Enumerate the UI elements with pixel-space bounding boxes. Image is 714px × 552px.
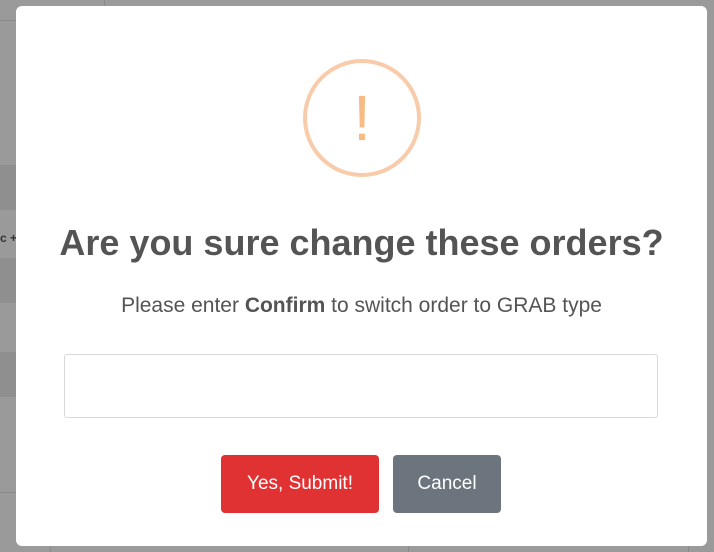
background-row	[0, 352, 16, 397]
exclamation-glyph: !	[353, 82, 371, 154]
message-keyword: Confirm	[244, 294, 326, 317]
submit-button[interactable]: Yes, Submit!	[221, 455, 379, 513]
warning-exclamation-icon: !	[303, 59, 421, 177]
message-prefix: Please enter	[121, 294, 245, 317]
cancel-button[interactable]: Cancel	[393, 455, 501, 513]
dialog-title: Are you sure change these orders?	[59, 222, 664, 263]
confirm-dialog: ! Are you sure change these orders? Plea…	[16, 6, 707, 546]
background-grid-line	[408, 546, 409, 552]
background-row	[0, 165, 16, 210]
background-grid-line	[50, 546, 51, 552]
dialog-message: Please enter Confirm to switch order to …	[16, 294, 707, 318]
background-grid-line	[0, 20, 16, 21]
background-row	[0, 258, 16, 303]
background-grid-line	[0, 492, 16, 493]
confirm-input[interactable]	[64, 354, 658, 418]
background-partial-text: c +	[0, 231, 18, 245]
background-grid-line	[688, 546, 689, 552]
message-suffix: to switch order to GRAB type	[325, 294, 602, 317]
